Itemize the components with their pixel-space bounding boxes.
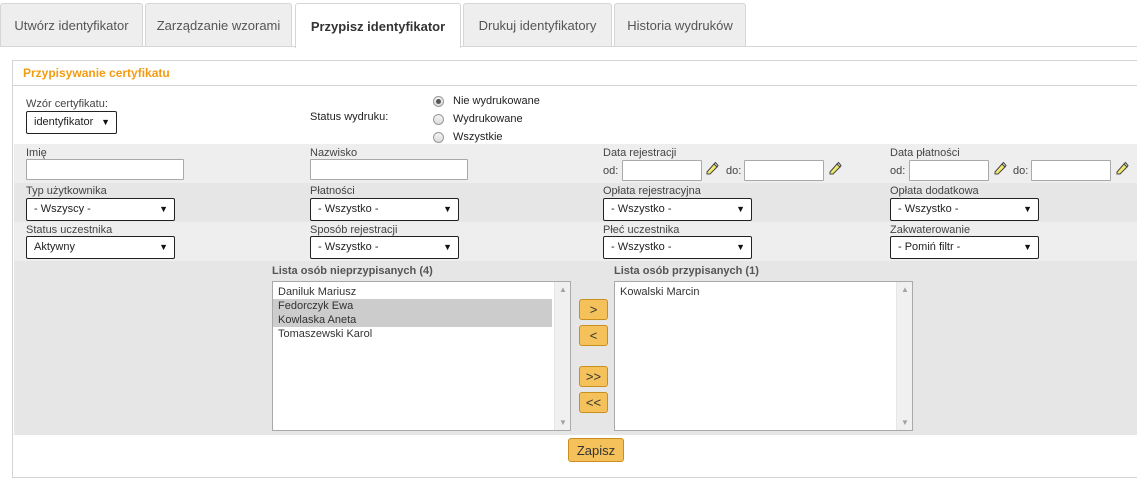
registration-method-label: Sposób rejestracji (310, 224, 398, 236)
template-select[interactable]: identyfikator ▼ (26, 111, 117, 134)
payment-date-to-label: do: (1013, 165, 1029, 177)
caret-down-icon: ▼ (1023, 204, 1032, 214)
accommodation-select[interactable]: - Pomiń filtr - ▼ (890, 236, 1039, 259)
save-button[interactable]: Zapisz (568, 438, 624, 462)
unassigned-listbox[interactable]: Daniluk Mariusz Fedorczyk Ewa Kowlaska A… (272, 281, 571, 431)
scrollbar[interactable]: ▲ ▼ (896, 282, 912, 430)
pencil-icon[interactable] (993, 161, 1007, 175)
registration-method-value: - Wszystko - (318, 241, 379, 253)
registration-date-from-input[interactable] (622, 160, 702, 181)
payment-date-from-input[interactable] (909, 160, 989, 181)
remove-selected-button[interactable]: < (579, 325, 608, 346)
radio-not-printed[interactable]: Nie wydrukowane (433, 95, 540, 107)
accommodation-value: - Pomiń filtr - (898, 241, 961, 253)
tab-print-badges[interactable]: Drukuj identyfikatory (463, 3, 612, 47)
registration-fee-label: Opłata rejestracyjna (603, 185, 701, 197)
pencil-icon[interactable] (1115, 161, 1129, 175)
additional-fee-value: - Wszystko - (898, 203, 959, 215)
list-item[interactable]: Kowalski Marcin (615, 285, 894, 299)
participant-status-select[interactable]: Aktywny ▼ (26, 236, 175, 259)
additional-fee-label: Opłata dodatkowa (890, 185, 979, 197)
radio-printed-label: Wydrukowane (453, 113, 523, 125)
template-select-value: identyfikator (34, 116, 94, 128)
payment-date-to-input[interactable] (1031, 160, 1111, 181)
radio-not-printed-label: Nie wydrukowane (453, 95, 540, 107)
registration-fee-value: - Wszystko - (611, 203, 672, 215)
list-item[interactable]: Fedorczyk Ewa (273, 299, 552, 313)
caret-down-icon: ▼ (736, 242, 745, 252)
registration-fee-select[interactable]: - Wszystko - ▼ (603, 198, 752, 221)
payments-label: Płatności (310, 185, 355, 197)
registration-date-to-input[interactable] (744, 160, 824, 181)
registration-method-select[interactable]: - Wszystko - ▼ (310, 236, 459, 259)
user-type-label: Typ użytkownika (26, 185, 107, 197)
caret-down-icon: ▼ (101, 117, 110, 127)
scroll-down-icon[interactable]: ▼ (897, 418, 913, 427)
caret-down-icon: ▼ (443, 204, 452, 214)
first-name-label: Imię (26, 147, 47, 159)
last-name-label: Nazwisko (310, 147, 358, 159)
list-item[interactable]: Tomaszewski Karol (273, 327, 552, 341)
caret-down-icon: ▼ (1023, 242, 1032, 252)
accommodation-label: Zakwaterowanie (890, 224, 971, 236)
payment-date-from-label: od: (890, 165, 906, 177)
add-selected-button[interactable]: > (579, 299, 608, 320)
participant-status-value: Aktywny (34, 241, 75, 253)
panel-divider (13, 85, 1137, 86)
participant-status-label: Status uczestnika (26, 224, 113, 236)
caret-down-icon: ▼ (159, 204, 168, 214)
panel-title: Przypisywanie certyfikatu (23, 66, 170, 80)
assigned-listbox[interactable]: Kowalski Marcin ▲ ▼ (614, 281, 913, 431)
tab-bar: Utwórz identyfikator Zarządzanie wzorami… (0, 3, 1137, 48)
unassigned-list-title: Lista osób nieprzypisanych (4) (272, 265, 433, 277)
user-type-value: - Wszyscy - (34, 203, 91, 215)
tab-divider (0, 46, 1137, 47)
print-status-label: Status wydruku: (310, 111, 389, 123)
radio-printed[interactable]: Wydrukowane (433, 113, 523, 125)
list-item[interactable]: Daniluk Mariusz (273, 285, 552, 299)
registration-date-from-label: od: (603, 165, 619, 177)
last-name-input[interactable] (310, 159, 468, 180)
tab-print-history[interactable]: Historia wydruków (614, 3, 746, 47)
caret-down-icon: ▼ (736, 204, 745, 214)
template-label: Wzór certyfikatu: (26, 98, 108, 110)
scroll-up-icon[interactable]: ▲ (555, 285, 571, 294)
tab-assign-badge[interactable]: Przypisz identyfikator (295, 3, 461, 48)
scroll-down-icon[interactable]: ▼ (555, 418, 571, 427)
additional-fee-select[interactable]: - Wszystko - ▼ (890, 198, 1039, 221)
radio-all-label: Wszystkie (453, 131, 503, 143)
gender-select[interactable]: - Wszystko - ▼ (603, 236, 752, 259)
gender-value: - Wszystko - (611, 241, 672, 253)
payment-date-label: Data płatności (890, 147, 960, 159)
tab-create-badge[interactable]: Utwórz identyfikator (0, 3, 143, 47)
user-type-select[interactable]: - Wszyscy - ▼ (26, 198, 175, 221)
payments-select[interactable]: - Wszystko - ▼ (310, 198, 459, 221)
pencil-icon[interactable] (705, 161, 719, 175)
remove-all-button[interactable]: << (579, 392, 608, 413)
assign-certificate-panel: Przypisywanie certyfikatu Wzór certyfika… (12, 60, 1137, 478)
add-all-button[interactable]: >> (579, 366, 608, 387)
first-name-input[interactable] (26, 159, 184, 180)
radio-icon[interactable] (433, 113, 444, 125)
radio-checked-icon[interactable] (433, 95, 444, 107)
pencil-icon[interactable] (828, 161, 842, 175)
gender-label: Płeć uczestnika (603, 224, 680, 236)
caret-down-icon: ▼ (159, 242, 168, 252)
tab-manage-templates[interactable]: Zarządzanie wzorami (145, 3, 292, 47)
scroll-up-icon[interactable]: ▲ (897, 285, 913, 294)
radio-all[interactable]: Wszystkie (433, 131, 503, 143)
registration-date-label: Data rejestracji (603, 147, 677, 159)
caret-down-icon: ▼ (443, 242, 452, 252)
radio-icon[interactable] (433, 131, 444, 143)
list-item[interactable]: Kowlaska Aneta (273, 313, 552, 327)
registration-date-to-label: do: (726, 165, 742, 177)
scrollbar[interactable]: ▲ ▼ (554, 282, 570, 430)
assigned-list-title: Lista osób przypisanych (1) (614, 265, 759, 277)
payments-value: - Wszystko - (318, 203, 379, 215)
assignment-band (14, 261, 1137, 435)
